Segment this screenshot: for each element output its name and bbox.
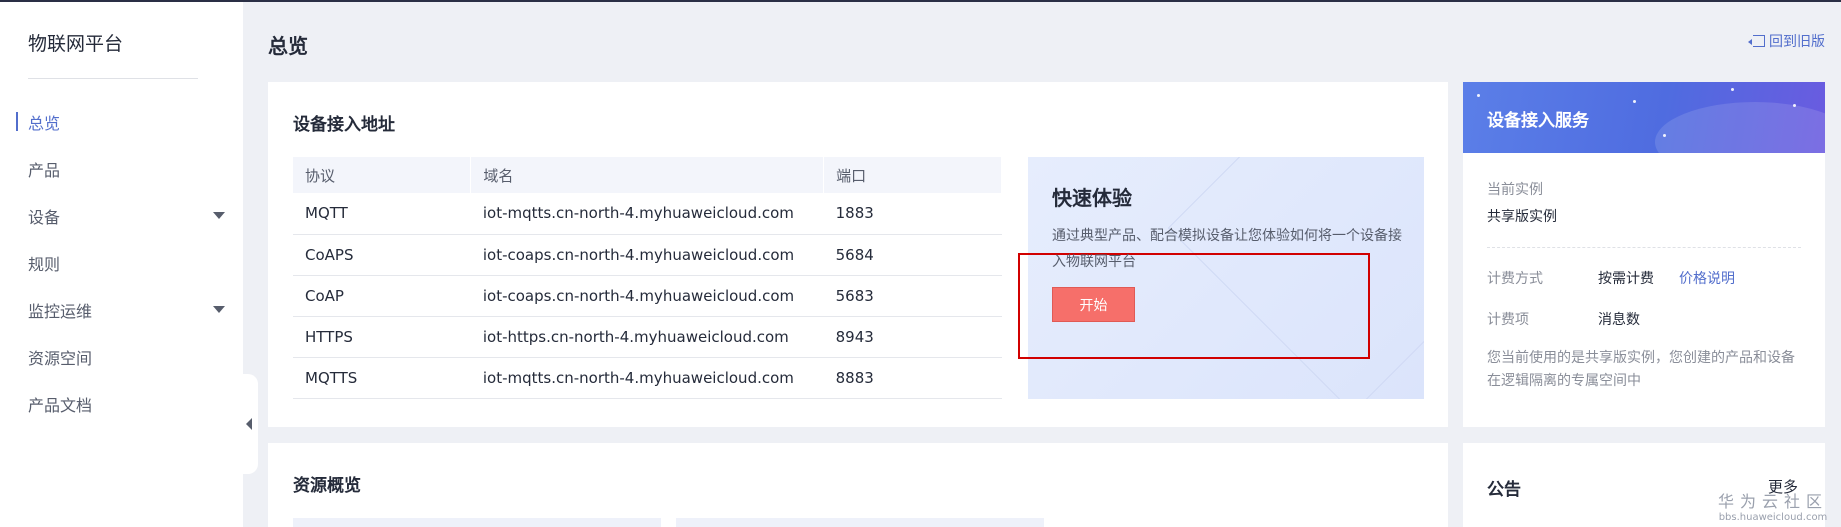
sidebar-item-devices[interactable]: 设备 xyxy=(0,192,243,239)
sidebar-item-docs[interactable]: 产品文档 xyxy=(0,380,243,427)
instance-value: 共享版实例 xyxy=(1487,209,1557,225)
notice-title: 公告 xyxy=(1487,480,1521,500)
star-decoration xyxy=(1477,94,1480,97)
service-description: 您当前使用的是共享版实例，您创建的产品和设备在逻辑隔离的专属空间中 xyxy=(1487,350,1795,389)
column-header-port: 端口 xyxy=(823,157,1002,193)
sidebar-item-label: 规则 xyxy=(28,254,61,274)
chevron-left-icon[interactable] xyxy=(246,418,252,430)
access-address-table: 协议 域名 端口 MQTT iot-mqtts.cn-north-4.myhua… xyxy=(293,157,1002,399)
service-title: 设备接入服务 xyxy=(1487,111,1589,131)
star-decoration xyxy=(1663,134,1666,137)
divider xyxy=(1487,247,1801,248)
protocol-cell: CoAPS xyxy=(293,234,471,276)
domain-cell: iot-mqtts.cn-north-4.myhuaweicloud.com xyxy=(470,193,824,235)
page-title: 总览 xyxy=(268,34,308,58)
star-decoration xyxy=(1633,100,1636,103)
watermark: 华为云社区 bbs.huaweicloud.com xyxy=(1718,488,1828,523)
sidebar-item-label: 监控运维 xyxy=(28,301,93,321)
domain-cell: iot-coaps.cn-north-4.myhuaweicloud.com xyxy=(470,275,824,317)
sidebar-item-monitoring[interactable]: 监控运维 xyxy=(0,286,243,333)
billing-item-label: 计费项 xyxy=(1487,312,1529,328)
table-row: CoAPS iot-coaps.cn-north-4.myhuaweicloud… xyxy=(293,234,1002,276)
domain-cell: iot-https.cn-north-4.myhuaweicloud.com xyxy=(470,316,824,358)
column-header-protocol: 协议 xyxy=(293,157,472,193)
port-cell: 1883 xyxy=(823,193,1002,235)
protocol-cell: CoAP xyxy=(293,275,471,317)
port-cell: 5683 xyxy=(823,275,1002,317)
back-to-old-version-label: 回到旧版 xyxy=(1769,34,1825,50)
device-access-card: 设备接入地址 协议 域名 端口 MQTT iot-mqtts.cn-north-… xyxy=(268,82,1448,427)
back-to-old-version-link[interactable]: 回到旧版 xyxy=(1748,31,1825,51)
chevron-down-icon[interactable] xyxy=(213,306,225,313)
resource-overview-title: 资源概览 xyxy=(293,476,361,496)
chevron-down-icon[interactable] xyxy=(213,212,225,219)
table-row: CoAP iot-coaps.cn-north-4.myhuaweicloud.… xyxy=(293,275,1002,317)
sidebar-title: 物联网平台 xyxy=(28,33,124,55)
billing-label: 计费方式 xyxy=(1487,271,1543,287)
star-decoration xyxy=(1793,104,1796,107)
port-cell: 5684 xyxy=(823,234,1002,276)
resource-overview-card: 资源概览 xyxy=(268,443,1448,527)
device-access-title: 设备接入地址 xyxy=(293,115,395,135)
port-cell: 8943 xyxy=(823,316,1002,358)
sidebar: 物联网平台 总览 产品 设备 规则 监控运维 资源空间 产品文档 xyxy=(0,2,243,527)
sidebar-item-products[interactable]: 产品 xyxy=(0,145,243,192)
quick-experience-description: 通过典型产品、配合模拟设备让您体验如何将一个设备接入物联网平台 xyxy=(1052,228,1402,270)
sidebar-item-label: 设备 xyxy=(28,207,61,227)
protocol-cell: MQTTS xyxy=(293,357,471,399)
table-row: HTTPS iot-https.cn-north-4.myhuaweicloud… xyxy=(293,316,1002,358)
sidebar-item-label: 产品文档 xyxy=(28,395,93,415)
quick-experience-title: 快速体验 xyxy=(1052,186,1132,210)
column-header-domain: 域名 xyxy=(470,157,825,193)
sidebar-item-overview[interactable]: 总览 xyxy=(0,98,243,145)
resource-block xyxy=(676,518,1044,527)
sidebar-nav: 总览 产品 设备 规则 监控运维 资源空间 产品文档 xyxy=(0,98,243,427)
watermark-line1: 华为云社区 xyxy=(1718,492,1829,511)
sidebar-divider xyxy=(28,78,198,79)
sidebar-item-label: 产品 xyxy=(28,160,61,180)
sidebar-item-label: 总览 xyxy=(28,113,61,133)
pricing-link[interactable]: 价格说明 xyxy=(1679,268,1735,288)
sidebar-item-label: 资源空间 xyxy=(28,348,93,368)
billing-item-value: 消息数 xyxy=(1598,312,1640,328)
table-row: MQTT iot-mqtts.cn-north-4.myhuaweicloud.… xyxy=(293,193,1002,235)
sidebar-item-rules[interactable]: 规则 xyxy=(0,239,243,286)
port-cell: 8883 xyxy=(823,357,1002,399)
table-row: MQTTS iot-mqtts.cn-north-4.myhuaweicloud… xyxy=(293,357,1002,399)
watermark-line2: bbs.huaweicloud.com xyxy=(1718,512,1828,523)
protocol-cell: HTTPS xyxy=(293,316,471,358)
device-access-service-panel: 设备接入服务 当前实例 共享版实例 计费方式 按需计费 价格说明 计费项 消息数… xyxy=(1463,82,1825,427)
sidebar-item-resource-space[interactable]: 资源空间 xyxy=(0,333,243,380)
billing-value: 按需计费 xyxy=(1598,271,1654,287)
domain-cell: iot-coaps.cn-north-4.myhuaweicloud.com xyxy=(470,234,824,276)
back-icon xyxy=(1748,35,1765,47)
start-button[interactable]: 开始 xyxy=(1052,287,1135,322)
star-decoration xyxy=(1731,88,1734,91)
instance-label: 当前实例 xyxy=(1487,182,1543,198)
resource-block xyxy=(293,518,661,527)
protocol-cell: MQTT xyxy=(293,193,471,235)
domain-cell: iot-mqtts.cn-north-4.myhuaweicloud.com xyxy=(470,357,824,399)
table-header-row: 协议 域名 端口 xyxy=(293,157,1002,193)
service-header: 设备接入服务 xyxy=(1463,82,1825,153)
